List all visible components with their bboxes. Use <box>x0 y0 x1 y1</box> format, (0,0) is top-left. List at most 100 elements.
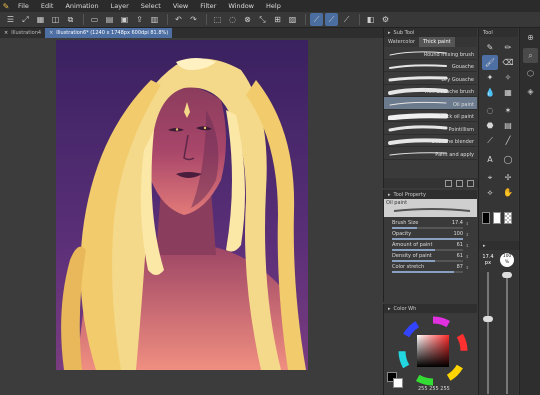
menu-select[interactable]: Select <box>135 0 167 12</box>
pen-tool-icon[interactable]: ✎ <box>482 40 498 55</box>
brush-item[interactable]: Paint and apply <box>384 147 477 160</box>
spinner-icon[interactable]: ⇕ <box>466 243 469 248</box>
brush-size-slider-handle[interactable] <box>483 316 493 322</box>
settings-icon[interactable]: ⚙ <box>379 13 392 26</box>
snap-special-ruler-icon[interactable]: ⟋ <box>325 13 338 26</box>
property-slider[interactable] <box>392 227 463 229</box>
color-wheel-menu-icon[interactable]: ▸ <box>388 306 391 312</box>
export-icon[interactable]: ⇪ <box>133 13 146 26</box>
close-tab-icon[interactable]: × <box>4 28 8 38</box>
property-row[interactable]: Opacity 100 ⇕ <box>384 231 477 242</box>
grid-icon[interactable]: ▦ <box>34 13 47 26</box>
operation-tool-icon[interactable]: ✢ <box>500 170 516 185</box>
subtool-menu-icon[interactable]: ▸ <box>388 30 391 36</box>
rotate-canvas-icon[interactable]: ◧ <box>364 13 377 26</box>
balloon-tool-icon[interactable]: ◯ <box>500 152 516 167</box>
property-value[interactable]: 100 <box>453 231 463 237</box>
sub-color-swatch[interactable] <box>393 378 403 388</box>
menu-file[interactable]: File <box>12 0 35 12</box>
decoration-tool-icon[interactable]: ✧ <box>500 70 516 85</box>
clear-icon[interactable]: ⊗ <box>241 13 254 26</box>
property-value[interactable]: 17.4 <box>452 220 463 226</box>
brush-item[interactable]: Round mixing brush <box>384 47 477 60</box>
fill-icon[interactable]: ▨ <box>286 13 299 26</box>
property-row[interactable]: Density of paint 61 ⇕ <box>384 253 477 264</box>
eraser-tool-icon[interactable]: ⌫ <box>500 55 516 70</box>
tab-thick-paint[interactable]: Thick paint <box>418 37 455 47</box>
spinner-icon[interactable]: ⇕ <box>466 232 469 237</box>
spinner-icon[interactable]: ⇕ <box>466 265 469 270</box>
navigator-icon[interactable]: ⊕ <box>523 30 538 45</box>
text-tool-icon[interactable]: A <box>482 152 498 167</box>
search-icon[interactable]: ⌕ <box>523 48 538 63</box>
selection-icon[interactable]: ⬚ <box>211 13 224 26</box>
tab-illustration4[interactable]: × Illustration4 <box>0 28 45 38</box>
spinner-icon[interactable]: ⇕ <box>466 254 469 259</box>
snap-grid-icon[interactable]: ⟋ <box>340 13 353 26</box>
property-slider[interactable] <box>392 271 463 273</box>
hand-tool-icon[interactable]: ✋ <box>500 185 516 200</box>
close-tab-icon[interactable]: × <box>49 28 53 38</box>
move-layer-tool-icon[interactable]: ⌖ <box>482 170 498 185</box>
property-slider[interactable] <box>392 238 463 240</box>
fill-tool-icon[interactable]: ▦ <box>500 85 516 100</box>
lasso-tool-icon[interactable]: ◌ <box>482 103 498 118</box>
brush-size-slider[interactable] <box>487 272 489 394</box>
clip-studio-icon[interactable]: ☰ <box>4 13 17 26</box>
brush-item[interactable]: Oil paint <box>384 97 477 110</box>
new-subtool-icon[interactable] <box>456 179 463 187</box>
menu-animation[interactable]: Animation <box>59 0 104 12</box>
redo-icon[interactable]: ↷ <box>187 13 200 26</box>
brush-tool-icon[interactable]: 🖌 <box>482 55 498 70</box>
tab-illustration6[interactable]: × Illustration6* (1240 x 1748px 600dpi 8… <box>45 28 173 38</box>
property-slider[interactable] <box>392 249 463 251</box>
brush-item[interactable]: Thin Gouache brush <box>384 85 477 97</box>
property-value[interactable]: 87 <box>457 264 463 270</box>
opacity-slider[interactable] <box>506 272 508 394</box>
tool-property-menu-icon[interactable]: ▸ <box>388 192 391 198</box>
property-slider[interactable] <box>392 260 463 262</box>
transparent-color-chip[interactable] <box>504 212 512 224</box>
figure-tool-icon[interactable]: ⟋ <box>482 133 498 148</box>
save-icon[interactable]: ▣ <box>118 13 131 26</box>
split-icon[interactable]: ◫ <box>49 13 62 26</box>
property-value[interactable]: 61 <box>457 242 463 248</box>
undo-icon[interactable]: ↶ <box>172 13 185 26</box>
sub-color-chip[interactable] <box>493 212 501 224</box>
airbrush-tool-icon[interactable]: ✦ <box>482 70 498 85</box>
brush-item[interactable]: Gouache <box>384 60 477 72</box>
canvas-area[interactable] <box>0 38 383 395</box>
eyedropper-tool-icon[interactable]: ⟡ <box>482 185 498 200</box>
property-row[interactable]: Amount of paint 61 ⇕ <box>384 242 477 253</box>
property-value[interactable]: 61 <box>457 253 463 259</box>
brush-item[interactable]: Gouache blender <box>384 135 477 147</box>
clip-studio-logo-icon[interactable]: ✎ <box>0 0 12 12</box>
delete-subtool-icon[interactable] <box>467 179 474 187</box>
brush-item[interactable]: Pointillism <box>384 122 477 135</box>
crop-icon[interactable]: ⊞ <box>271 13 284 26</box>
property-row[interactable]: Color stretch 87 ⇕ <box>384 264 477 275</box>
property-row[interactable]: Brush Size 17.4 ⇕ <box>384 220 477 231</box>
gradient-tool-icon[interactable]: ▤ <box>500 118 516 133</box>
menu-layer[interactable]: Layer <box>105 0 135 12</box>
tab-watercolor[interactable]: Watercolor <box>384 37 419 47</box>
pencil-tool-icon[interactable]: ✏ <box>500 40 516 55</box>
print-icon[interactable]: ▥ <box>148 13 161 26</box>
main-color-chip[interactable] <box>482 212 490 224</box>
copy-subtool-icon[interactable] <box>445 179 452 187</box>
color-wheel[interactable] <box>398 316 468 386</box>
new-file-icon[interactable]: ▭ <box>88 13 101 26</box>
transform-icon[interactable]: ⤡ <box>256 13 269 26</box>
layers-icon[interactable]: ⧉ <box>64 13 77 26</box>
material-icon[interactable]: ⬡ <box>523 66 538 81</box>
menu-help[interactable]: Help <box>260 0 287 12</box>
opacity-slider-handle[interactable] <box>502 272 512 278</box>
artwork-canvas[interactable] <box>56 40 308 370</box>
brush-item[interactable]: Thick oil paint <box>384 110 477 122</box>
layer-stack-icon[interactable]: ◈ <box>523 84 538 99</box>
fit-canvas-icon[interactable]: ⤢ <box>19 13 32 26</box>
snap-ruler-icon[interactable]: ⟋ <box>310 13 323 26</box>
menu-filter[interactable]: Filter <box>194 0 222 12</box>
brush-item[interactable]: Dry Gouache <box>384 72 477 85</box>
line-tool-icon[interactable]: ╱ <box>500 133 516 148</box>
